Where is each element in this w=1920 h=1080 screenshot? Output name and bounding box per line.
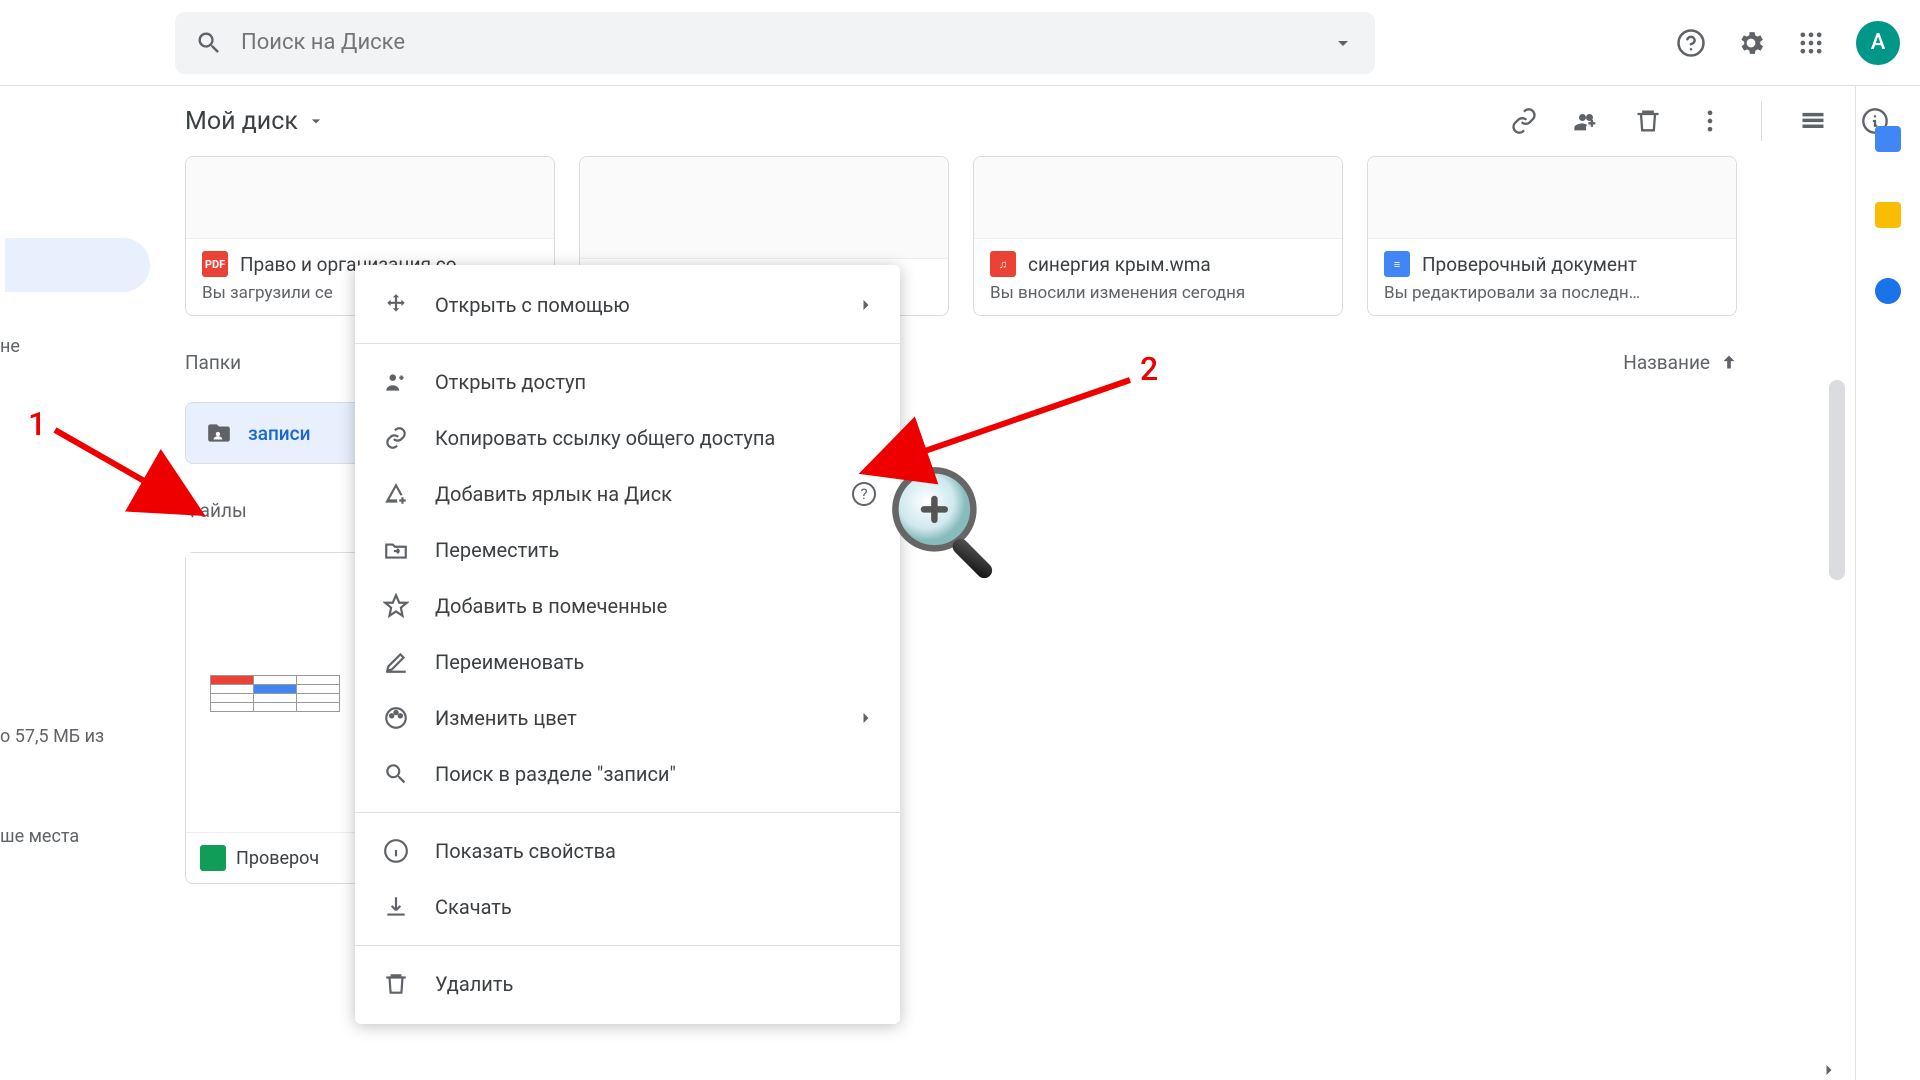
folder-name: записи (248, 422, 310, 445)
info-icon (383, 838, 409, 864)
sheets-icon (200, 845, 226, 871)
file-preview (186, 553, 364, 833)
card-subtitle: Вы вносили изменения сегодня (990, 283, 1326, 303)
toolbar-actions (1509, 101, 1890, 141)
audio-icon: ♫ (990, 251, 1016, 277)
ctx-color[interactable]: Изменить цвет (355, 690, 900, 746)
chevron-down-icon (306, 111, 326, 131)
link-icon (383, 425, 409, 451)
ctx-open-with[interactable]: Открыть с помощью (355, 277, 900, 333)
help-icon[interactable] (1676, 28, 1706, 58)
toolbar-divider (1761, 101, 1762, 141)
ctx-download[interactable]: Скачать (355, 879, 900, 935)
card-title: синергия крым.wma (1028, 253, 1211, 276)
calendar-app-icon[interactable] (1875, 126, 1901, 152)
ctx-label: Удалить (435, 972, 513, 996)
drive-add-icon (383, 481, 409, 507)
ctx-label: Изменить цвет (435, 706, 577, 730)
ctx-separator (355, 812, 900, 813)
delete-icon[interactable] (1633, 106, 1663, 136)
header: А (0, 0, 1920, 86)
arrow-up-icon (1718, 352, 1740, 374)
ctx-details[interactable]: Показать свойства (355, 823, 900, 879)
toolbar: Мой диск (0, 86, 1920, 156)
breadcrumb-label: Мой диск (185, 107, 298, 136)
ctx-separator (355, 945, 900, 946)
palette-icon (383, 705, 409, 731)
quick-access-card[interactable]: ♫ синергия крым.wma Вы вносили изменения… (973, 156, 1343, 316)
search-box[interactable] (175, 12, 1375, 74)
ctx-separator (355, 343, 900, 344)
help-icon[interactable]: ? (852, 482, 876, 506)
docs-icon: ≡ (1384, 251, 1410, 277)
list-view-icon[interactable] (1798, 106, 1828, 136)
ctx-rename[interactable]: Переименовать (355, 634, 900, 690)
quick-access-card[interactable]: ≡ Проверочный документ Вы редактировали … (1367, 156, 1737, 316)
context-menu: Открыть с помощью Открыть доступ Копиров… (355, 265, 900, 1024)
ctx-label: Добавить ярлык на Диск (435, 482, 672, 506)
search-icon (195, 29, 223, 57)
chevron-right-icon (856, 295, 876, 315)
card-preview (186, 157, 554, 239)
tasks-app-icon[interactable] (1875, 278, 1901, 304)
ctx-copy-link[interactable]: Копировать ссылку общего доступа (355, 410, 900, 466)
get-link-icon[interactable] (1509, 106, 1539, 136)
shared-folder-icon (204, 420, 234, 446)
sort-label-text: Название (1623, 351, 1710, 374)
ctx-star[interactable]: Добавить в помеченные (355, 578, 900, 634)
ctx-label: Открыть с помощью (435, 293, 630, 317)
ctx-add-shortcut[interactable]: Добавить ярлык на Диск ? (355, 466, 900, 522)
search-dropdown-icon[interactable] (1331, 31, 1355, 55)
sort-button[interactable]: Название (1623, 351, 1740, 374)
ctx-label: Открыть доступ (435, 370, 586, 394)
apps-icon[interactable] (1796, 28, 1826, 58)
ctx-label: Переместить (435, 538, 559, 562)
ctx-share[interactable]: Открыть доступ (355, 354, 900, 410)
share-icon (383, 369, 409, 395)
settings-icon[interactable] (1736, 28, 1766, 58)
card-preview (1368, 157, 1736, 239)
star-icon (383, 593, 409, 619)
chevron-right-icon (856, 708, 876, 728)
header-actions: А (1676, 21, 1900, 65)
ctx-search-in[interactable]: Поиск в разделе "записи" (355, 746, 900, 802)
avatar[interactable]: А (1856, 21, 1900, 65)
share-icon[interactable] (1571, 106, 1601, 136)
ctx-label: Показать свойства (435, 839, 616, 863)
card-title: Проверочный документ (1422, 253, 1637, 276)
search-input[interactable] (223, 30, 1331, 55)
horizontal-scrollbar[interactable] (185, 1060, 1845, 1080)
file-card[interactable]: Провероч (185, 552, 365, 884)
pdf-icon: PDF (202, 251, 228, 277)
vertical-scrollbar[interactable] (1829, 380, 1845, 1070)
magnifier-cursor-icon (885, 460, 1015, 590)
ctx-label: Поиск в разделе "записи" (435, 762, 676, 786)
open-with-icon (383, 292, 409, 318)
ctx-label: Копировать ссылку общего доступа (435, 426, 775, 450)
ctx-label: Переименовать (435, 650, 584, 674)
card-preview (974, 157, 1342, 239)
delete-icon (383, 971, 409, 997)
file-name: Провероч (236, 848, 319, 869)
move-icon (383, 537, 409, 563)
rename-icon (383, 649, 409, 675)
ctx-label: Скачать (435, 895, 512, 919)
ctx-delete[interactable]: Удалить (355, 956, 900, 1012)
card-preview (580, 157, 948, 259)
ctx-move[interactable]: Переместить (355, 522, 900, 578)
download-icon (383, 894, 409, 920)
breadcrumb[interactable]: Мой диск (185, 107, 326, 136)
card-subtitle: Вы редактировали за последн… (1384, 283, 1720, 303)
more-icon[interactable] (1695, 106, 1725, 136)
ctx-label: Добавить в помеченные (435, 594, 667, 618)
folders-heading: Папки (185, 351, 241, 374)
search-icon (383, 761, 409, 787)
keep-app-icon[interactable] (1875, 202, 1901, 228)
side-panel (1855, 86, 1920, 1080)
